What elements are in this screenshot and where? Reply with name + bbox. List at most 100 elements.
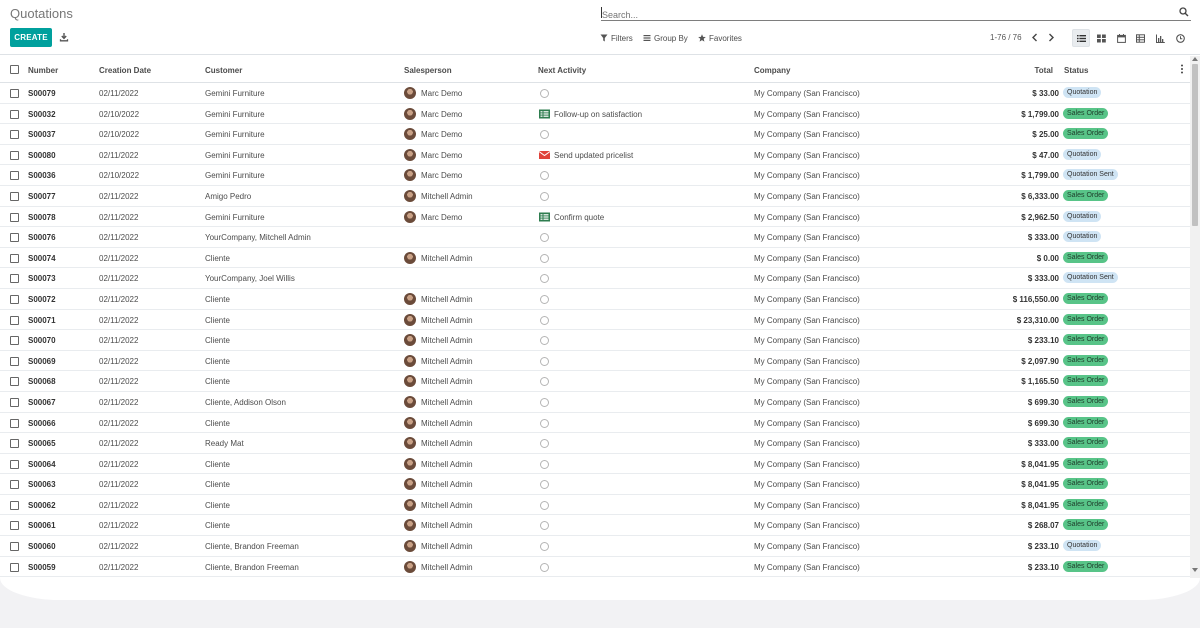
- group-by-button[interactable]: Group By: [643, 32, 688, 44]
- optional-columns-icon[interactable]: [1180, 63, 1184, 75]
- table-row[interactable]: S00070 02/11/2022 Cliente Mitchell Admin My …: [0, 330, 1190, 351]
- row-checkbox[interactable]: [10, 418, 19, 428]
- activity-clock-icon[interactable]: [540, 233, 549, 243]
- row-checkbox[interactable]: [10, 336, 19, 346]
- table-row[interactable]: S00071 02/11/2022 Cliente Mitchell Admin My …: [0, 310, 1190, 331]
- table-row[interactable]: S00032 02/10/2022 Gemini Furniture Marc Dem…: [0, 104, 1190, 125]
- activity-clock-icon[interactable]: [540, 253, 549, 263]
- row-checkbox[interactable]: [10, 562, 19, 572]
- table-row[interactable]: S00061 02/11/2022 Cliente Mitchell Admin My …: [0, 515, 1190, 537]
- activity-view-button[interactable]: [1171, 29, 1189, 47]
- table-row[interactable]: S00078 02/11/2022 Gemini Furniture Marc Dem…: [0, 207, 1190, 228]
- row-checkbox[interactable]: [10, 397, 19, 407]
- scroll-up-arrow-icon[interactable]: [1192, 57, 1198, 61]
- activity-clock-icon[interactable]: [540, 191, 549, 201]
- column-header-number[interactable]: Number: [28, 66, 58, 75]
- activity-clock-icon[interactable]: [540, 171, 549, 181]
- activity-clock-icon[interactable]: [540, 397, 549, 407]
- activity-clock-icon[interactable]: [540, 294, 549, 304]
- activity-clock-icon[interactable]: [540, 459, 549, 469]
- activity-clock-icon[interactable]: [540, 542, 549, 552]
- table-row[interactable]: S00077 02/11/2022 Amigo Pedro Mitchell Admi…: [0, 186, 1190, 207]
- column-header-next-activity[interactable]: Next Activity: [538, 66, 586, 75]
- select-all-checkbox[interactable]: [10, 65, 19, 74]
- row-checkbox[interactable]: [10, 439, 19, 449]
- kanban-view-button[interactable]: [1092, 29, 1110, 47]
- row-checkbox[interactable]: [10, 480, 19, 490]
- row-checkbox[interactable]: [10, 150, 19, 160]
- row-checkbox[interactable]: [10, 542, 19, 552]
- activity-clock-icon[interactable]: [540, 130, 549, 140]
- activity-clock-icon[interactable]: [540, 562, 549, 572]
- table-row[interactable]: S00065 02/11/2022 Ready Mat Mitchell Admin M…: [0, 433, 1190, 454]
- row-checkbox[interactable]: [10, 212, 19, 222]
- search-icon[interactable]: [1179, 7, 1189, 17]
- column-header-salesperson[interactable]: Salesperson: [404, 66, 452, 75]
- row-checkbox[interactable]: [10, 130, 19, 140]
- table-row[interactable]: S00072 02/11/2022 Cliente Mitchell Admin My …: [0, 289, 1190, 310]
- row-checkbox[interactable]: [10, 89, 19, 98]
- table-row[interactable]: S00066 02/11/2022 Cliente Mitchell Admin My …: [0, 413, 1190, 434]
- filters-button[interactable]: Filters: [600, 32, 633, 44]
- row-checkbox[interactable]: [10, 377, 19, 387]
- list-view-button[interactable]: [1072, 29, 1090, 47]
- table-row[interactable]: S00069 02/11/2022 Cliente Mitchell Admin My …: [0, 351, 1190, 372]
- favorites-button[interactable]: Favorites: [698, 32, 742, 44]
- activity-clock-icon[interactable]: [540, 89, 549, 98]
- row-checkbox[interactable]: [10, 459, 19, 469]
- row-checkbox[interactable]: [10, 253, 19, 263]
- row-checkbox[interactable]: [10, 521, 19, 531]
- table-row[interactable]: S00076 02/11/2022 YourCompany, Mitchell Ad…: [0, 227, 1190, 248]
- search-input[interactable]: [601, 8, 1161, 22]
- vertical-scrollbar[interactable]: [1190, 56, 1200, 578]
- search-bar[interactable]: [601, 5, 1191, 22]
- table-row[interactable]: S00067 02/11/2022 Cliente, Addison Olson Mi…: [0, 392, 1190, 413]
- table-row[interactable]: S00068 02/11/2022 Cliente Mitchell Admin My …: [0, 371, 1190, 392]
- row-checkbox[interactable]: [10, 191, 19, 201]
- table-row[interactable]: S00063 02/11/2022 Cliente Mitchell Admin My …: [0, 474, 1190, 495]
- row-checkbox[interactable]: [10, 294, 19, 304]
- table-row[interactable]: S00059 02/11/2022 Cliente, Brandon Freeman…: [0, 557, 1190, 578]
- row-checkbox[interactable]: [10, 171, 19, 181]
- table-row[interactable]: S00079 02/11/2022 Gemini Furniture Marc Dem…: [0, 83, 1190, 104]
- pager-value[interactable]: 1-76 / 76: [990, 33, 1022, 42]
- activity-clock-icon[interactable]: [540, 418, 549, 428]
- activity-clock-icon[interactable]: [540, 377, 549, 387]
- table-row[interactable]: S00062 02/11/2022 Cliente Mitchell Admin My …: [0, 495, 1190, 516]
- graph-view-button[interactable]: [1151, 29, 1169, 47]
- table-row[interactable]: S00036 02/10/2022 Gemini Furniture Marc Dem…: [0, 165, 1190, 186]
- row-checkbox[interactable]: [10, 500, 19, 510]
- column-header-status[interactable]: Status: [1064, 66, 1088, 75]
- row-checkbox[interactable]: [10, 315, 19, 325]
- scrollbar-thumb[interactable]: [1192, 64, 1198, 226]
- row-checkbox[interactable]: [10, 233, 19, 243]
- activity-clock-icon[interactable]: [540, 315, 549, 325]
- scroll-down-arrow-icon[interactable]: [1192, 568, 1198, 572]
- download-icon[interactable]: [59, 32, 69, 42]
- row-checkbox[interactable]: [10, 274, 19, 284]
- table-row[interactable]: S00073 02/11/2022 YourCompany, Joel Willis…: [0, 268, 1190, 289]
- column-header-creation-date[interactable]: Creation Date: [99, 66, 151, 75]
- activity-clock-icon[interactable]: [540, 521, 549, 531]
- activity-clock-icon[interactable]: [540, 274, 549, 284]
- table-row[interactable]: S00080 02/11/2022 Gemini Furniture Marc Dem…: [0, 145, 1190, 166]
- activity-clock-icon[interactable]: [540, 500, 549, 510]
- column-header-customer[interactable]: Customer: [205, 66, 242, 75]
- column-header-company[interactable]: Company: [754, 66, 790, 75]
- table-row[interactable]: S00074 02/11/2022 Cliente Mitchell Admin My …: [0, 248, 1190, 269]
- column-header-total[interactable]: Total: [1034, 66, 1053, 75]
- activity-clock-icon[interactable]: [540, 356, 549, 366]
- pivot-view-button[interactable]: [1131, 29, 1149, 47]
- chevron-right-icon[interactable]: [1046, 32, 1056, 43]
- table-row[interactable]: S00064 02/11/2022 Cliente Mitchell Admin My …: [0, 454, 1190, 475]
- task-icon[interactable]: [539, 212, 550, 222]
- email-icon[interactable]: [539, 150, 550, 160]
- row-checkbox[interactable]: [10, 109, 19, 119]
- chevron-left-icon[interactable]: [1030, 32, 1040, 43]
- activity-clock-icon[interactable]: [540, 439, 549, 449]
- activity-clock-icon[interactable]: [540, 480, 549, 490]
- task-icon[interactable]: [539, 109, 550, 119]
- row-checkbox[interactable]: [10, 356, 19, 366]
- table-row[interactable]: S00060 02/11/2022 Cliente, Brandon Freeman…: [0, 536, 1190, 557]
- create-button[interactable]: CREATE: [10, 28, 52, 47]
